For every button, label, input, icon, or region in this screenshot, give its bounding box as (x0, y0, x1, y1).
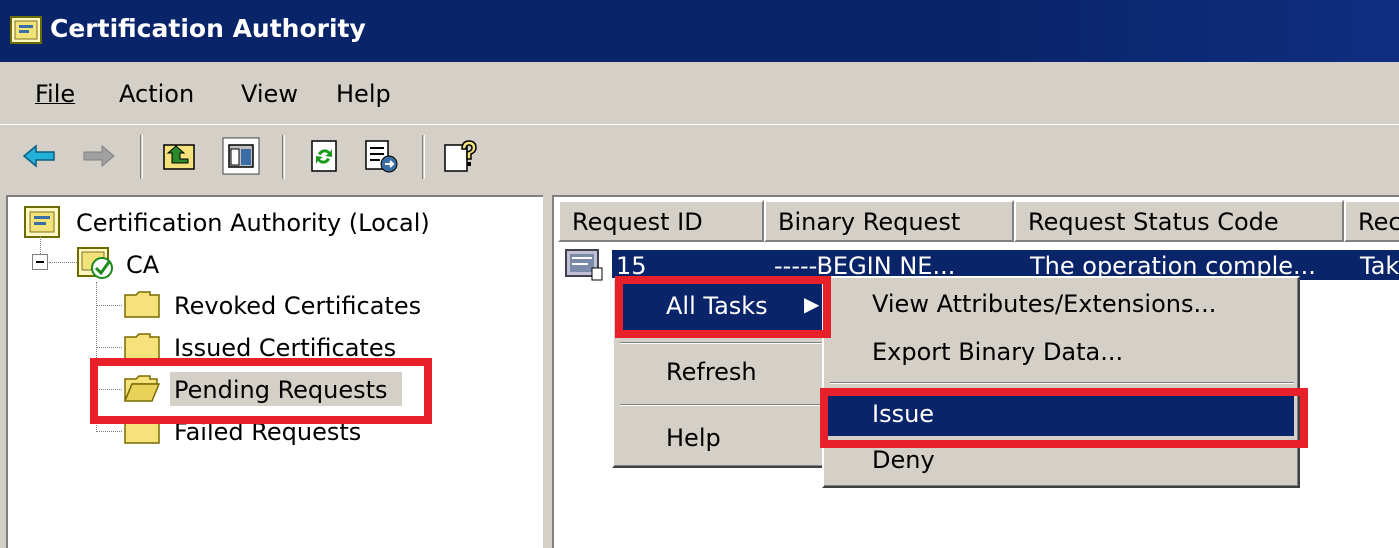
tree-connector (96, 347, 122, 348)
all-tasks-submenu: View Attributes/Extensions... Export Bin… (822, 276, 1300, 488)
menu-item-export-binary-data[interactable]: Export Binary Data... (872, 338, 1123, 366)
menu-action[interactable]: Action (119, 80, 194, 108)
pending-request-icon (565, 249, 603, 281)
highlight-box-pending-requests (90, 358, 432, 424)
toolbar-separator (422, 135, 425, 179)
tree-connector (49, 262, 77, 263)
toolbar-separator (140, 135, 143, 179)
menu-item-deny[interactable]: Deny (872, 446, 935, 474)
toolbar-separator (282, 135, 285, 179)
certificate-authority-icon (24, 206, 60, 238)
menu-file[interactable]: File (35, 80, 75, 108)
menu-action-label: Action (119, 80, 195, 108)
show-hide-tree-icon[interactable] (222, 137, 260, 175)
ca-server-icon (77, 247, 113, 279)
certificate-snapin-icon (10, 16, 42, 44)
toolbar (0, 124, 1399, 188)
cell-truncated: Tak (1360, 252, 1399, 280)
window-title: Certification Authority (50, 14, 366, 43)
menu-bar: File Action View Help (0, 62, 1399, 124)
up-folder-icon[interactable] (160, 137, 198, 175)
highlight-box-all-tasks (615, 276, 831, 338)
menu-separator (830, 382, 1294, 384)
menu-help[interactable]: Help (336, 80, 391, 108)
folder-icon (124, 291, 160, 318)
help-icon[interactable] (442, 137, 480, 175)
tree-item-revoked-certificates[interactable]: Revoked Certificates (174, 292, 421, 320)
forward-arrow-icon[interactable] (80, 137, 118, 175)
menu-separator (620, 342, 834, 344)
highlight-box-issue (820, 388, 1308, 448)
refresh-icon[interactable] (305, 137, 343, 175)
menu-help-label: Help (336, 80, 391, 108)
tree-root-label[interactable]: Certification Authority (Local) (76, 209, 430, 237)
tree-connector (96, 305, 122, 306)
column-header-truncated[interactable]: Rec (1344, 200, 1399, 242)
back-arrow-icon[interactable] (20, 137, 58, 175)
folder-icon (124, 333, 160, 360)
column-header-request-id[interactable]: Request ID (558, 200, 764, 242)
collapse-toggle[interactable] (32, 254, 48, 270)
column-header-request-status-code[interactable]: Request Status Code (1014, 200, 1344, 242)
menu-item-view-attributes[interactable]: View Attributes/Extensions... (872, 290, 1216, 318)
menu-view[interactable]: View (241, 80, 298, 108)
menu-item-refresh[interactable]: Refresh (666, 358, 757, 386)
tree-connector (96, 431, 122, 432)
menu-view-label: View (241, 80, 298, 108)
title-bar: Certification Authority (0, 0, 1399, 62)
export-list-icon[interactable] (362, 137, 400, 175)
tree-connector (40, 236, 41, 254)
tree-ca-label[interactable]: CA (126, 251, 159, 279)
column-header-binary-request[interactable]: Binary Request (764, 200, 1014, 242)
menu-item-help[interactable]: Help (666, 424, 721, 452)
menu-file-label: File (35, 80, 76, 108)
menu-separator (620, 404, 834, 406)
